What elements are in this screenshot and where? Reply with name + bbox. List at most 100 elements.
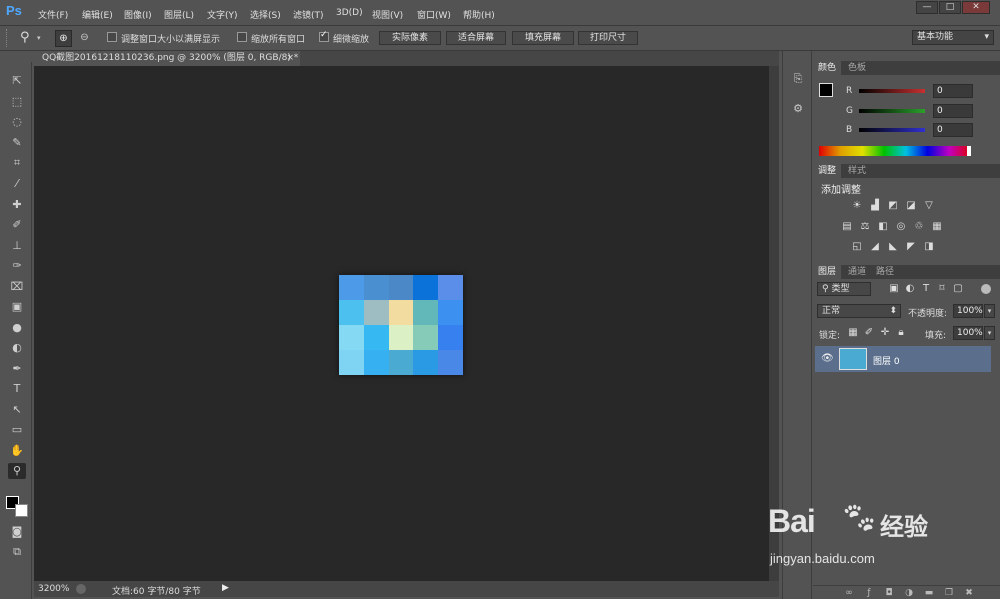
lasso-tool-icon[interactable]: ◌ (8, 114, 26, 130)
menu-window[interactable]: 窗口(W) (417, 8, 451, 21)
threshold-icon[interactable]: ◣ (886, 241, 900, 253)
tab-layers[interactable]: 图层 (813, 265, 842, 279)
crop-tool-icon[interactable]: ⌗ (8, 155, 26, 171)
spectrum-white-swatch[interactable] (967, 146, 971, 156)
zoom-out-icon[interactable]: ⊖ (76, 30, 93, 47)
path-selection-tool-icon[interactable]: ↖ (8, 402, 26, 418)
zoom-tool-icon[interactable]: ⚲ (20, 30, 30, 45)
filter-shape-icon[interactable]: ⌑ (935, 283, 949, 295)
filter-type-icon[interactable]: T (919, 283, 933, 295)
lock-position-icon[interactable]: ✛ (878, 327, 892, 339)
filter-pixel-icon[interactable]: ▣ (887, 283, 901, 295)
menu-layer[interactable]: 图层(L) (164, 8, 194, 21)
layer-mask-icon[interactable]: ◘ (883, 587, 895, 599)
hand-tool-icon[interactable]: ✋ (8, 443, 26, 459)
status-arrow-icon[interactable]: ▶ (222, 583, 229, 593)
layer-name[interactable]: 图层 0 (873, 354, 900, 367)
opacity-input[interactable]: 100% (953, 304, 983, 318)
restore-button[interactable]: □ (939, 1, 961, 14)
resize-windows-checkbox[interactable] (107, 32, 117, 42)
green-value[interactable]: 0 (933, 104, 973, 118)
vibrance-icon[interactable]: ▽ (922, 200, 936, 212)
link-layers-icon[interactable]: ∞ (843, 587, 855, 599)
quick-mask-icon[interactable]: ◙ (8, 524, 26, 540)
fill-dropdown-icon[interactable]: ▾ (984, 326, 995, 340)
opacity-dropdown-icon[interactable]: ▾ (984, 304, 995, 318)
green-slider[interactable] (859, 109, 925, 113)
workspace-select[interactable]: 基本功能 ▾ (912, 30, 994, 45)
menu-type[interactable]: 文字(Y) (207, 8, 238, 21)
color-balance-icon[interactable]: ⚖ (858, 221, 872, 233)
channel-mixer-icon[interactable]: ♲ (912, 221, 926, 233)
levels-icon[interactable]: ▟ (868, 200, 882, 212)
fill-input[interactable]: 100% (953, 326, 983, 340)
marquee-tool-icon[interactable]: ⬚ (8, 94, 26, 110)
rectangle-tool-icon[interactable]: ▭ (8, 422, 26, 438)
blend-mode-select[interactable]: 正常 ⬍ (817, 304, 901, 318)
layer-style-icon[interactable]: ƒ (863, 587, 875, 599)
eyedropper-tool-icon[interactable]: ⁄ (8, 176, 26, 192)
tab-channels[interactable]: 通道 (843, 265, 871, 279)
status-menu-icon[interactable] (76, 584, 86, 594)
lock-transparent-icon[interactable]: ▦ (846, 327, 860, 339)
actual-pixels-button[interactable]: 实际像素 (379, 31, 441, 45)
clone-stamp-tool-icon[interactable]: ⊥ (8, 238, 26, 254)
blue-slider[interactable] (859, 128, 925, 132)
zoom-in-icon[interactable]: ⊕ (55, 30, 72, 47)
lock-image-icon[interactable]: ✐ (862, 327, 876, 339)
close-button[interactable]: ✕ (962, 1, 990, 14)
history-brush-tool-icon[interactable]: ✑ (8, 258, 26, 274)
close-document-icon[interactable]: × (286, 51, 294, 66)
menu-help[interactable]: 帮助(H) (463, 8, 495, 21)
brush-tool-icon[interactable]: ✐ (8, 217, 26, 233)
menu-edit[interactable]: 编辑(E) (82, 8, 113, 21)
color-spectrum-ramp[interactable] (819, 146, 971, 156)
photo-filter-icon[interactable]: ◎ (894, 221, 908, 233)
filter-toggle-icon[interactable] (981, 284, 991, 294)
canvas-area[interactable] (34, 66, 769, 581)
gradient-tool-icon[interactable]: ▣ (8, 299, 26, 315)
menu-file[interactable]: 文件(F) (38, 8, 68, 21)
posterize-icon[interactable]: ◢ (868, 241, 882, 253)
dodge-tool-icon[interactable]: ◐ (8, 340, 26, 356)
curves-icon[interactable]: ◩ (886, 200, 900, 212)
menu-filter[interactable]: 滤镜(T) (293, 8, 324, 21)
menu-select[interactable]: 选择(S) (250, 8, 281, 21)
black-white-icon[interactable]: ◧ (876, 221, 890, 233)
screen-mode-icon[interactable]: ⧉ (8, 544, 26, 560)
delete-layer-icon[interactable]: ✖ (963, 587, 975, 599)
properties-panel-icon[interactable]: ⚙ (790, 101, 806, 117)
image-canvas[interactable] (339, 275, 463, 375)
filter-smart-icon[interactable]: ▢ (951, 283, 965, 295)
background-color-swatch[interactable] (15, 504, 28, 517)
tab-swatches[interactable]: 色板 (843, 61, 871, 75)
hue-saturation-icon[interactable]: ▤ (840, 221, 854, 233)
layer-row[interactable]: 👁︎ 图层 0 (815, 346, 991, 372)
print-size-button[interactable]: 打印尺寸 (578, 31, 638, 45)
move-tool-icon[interactable]: ⇱ (8, 73, 26, 89)
tool-preset-chevron-icon[interactable]: ▾ (37, 34, 41, 42)
healing-brush-tool-icon[interactable]: ✚ (8, 197, 26, 213)
document-tab[interactable]: QQ截图20161218110236.png @ 3200% (图层 0, RG… (34, 51, 300, 66)
brightness-contrast-icon[interactable]: ☀ (850, 200, 864, 212)
quick-select-tool-icon[interactable]: ✎ (8, 135, 26, 151)
zoom-all-checkbox[interactable] (237, 32, 247, 42)
new-layer-icon[interactable]: ❐ (943, 587, 955, 599)
menu-image[interactable]: 图像(I) (124, 8, 152, 21)
fit-screen-button[interactable]: 适合屏幕 (446, 31, 506, 45)
tab-paths[interactable]: 路径 (871, 265, 899, 279)
history-panel-icon[interactable]: ⎘ (790, 71, 806, 87)
color-lookup-icon[interactable]: ▦ (930, 221, 944, 233)
menu-3d[interactable]: 3D(D) (336, 8, 363, 18)
red-value[interactable]: 0 (933, 84, 973, 98)
blur-tool-icon[interactable]: ● (8, 320, 26, 336)
filter-adjustment-icon[interactable]: ◐ (903, 283, 917, 295)
pen-tool-icon[interactable]: ✒ (8, 361, 26, 377)
zoom-tool-icon[interactable]: ⚲ (8, 463, 26, 479)
fill-screen-button[interactable]: 填充屏幕 (512, 31, 574, 45)
layer-filter-select[interactable]: ⚲ 类型 (817, 282, 871, 296)
tab-color[interactable]: 颜色 (813, 61, 842, 75)
visibility-eye-icon[interactable]: 👁︎ (821, 353, 834, 364)
zoom-level[interactable]: 3200% (38, 584, 69, 594)
minimize-button[interactable]: — (916, 1, 938, 14)
